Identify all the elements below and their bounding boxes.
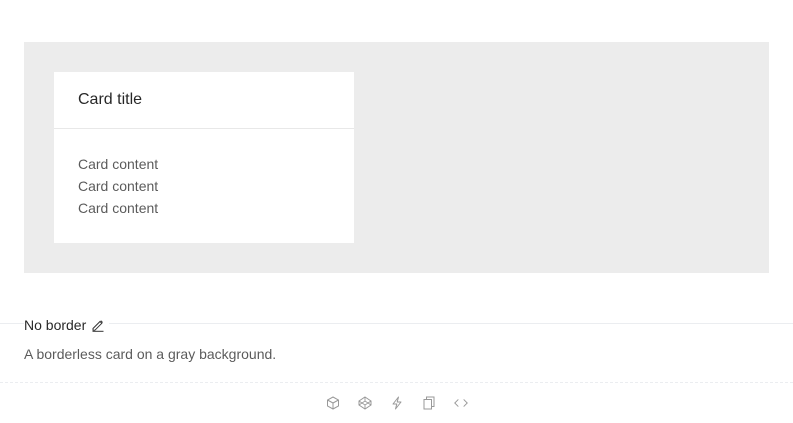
card-header: Card title [54, 72, 354, 129]
card-content-line: Card content [78, 156, 159, 172]
card-content-line: Card content [78, 178, 159, 194]
code-actions-bar [0, 393, 793, 413]
demo-preview-area: Card title Card content Card content Car… [24, 42, 769, 273]
code-icon[interactable] [453, 395, 469, 411]
card: Card title Card content Card content Car… [54, 72, 354, 243]
demo-title: No border [24, 315, 110, 335]
card-body: Card content Card content Card content [54, 129, 354, 219]
card-title: Card title [78, 91, 143, 108]
copy-icon[interactable] [421, 395, 437, 411]
actions-divider [0, 382, 793, 383]
meta-divider [0, 323, 793, 324]
edit-icon[interactable] [91, 318, 105, 332]
codesandbox-icon[interactable] [325, 395, 341, 411]
demo-description: A borderless card on a gray background. [24, 346, 277, 362]
thunderbolt-icon[interactable] [389, 395, 405, 411]
codepen-icon[interactable] [357, 395, 373, 411]
demo-title-text: No border [24, 317, 87, 333]
page: Card title Card content Card content Car… [0, 0, 793, 423]
card-content-line: Card content [78, 200, 159, 216]
